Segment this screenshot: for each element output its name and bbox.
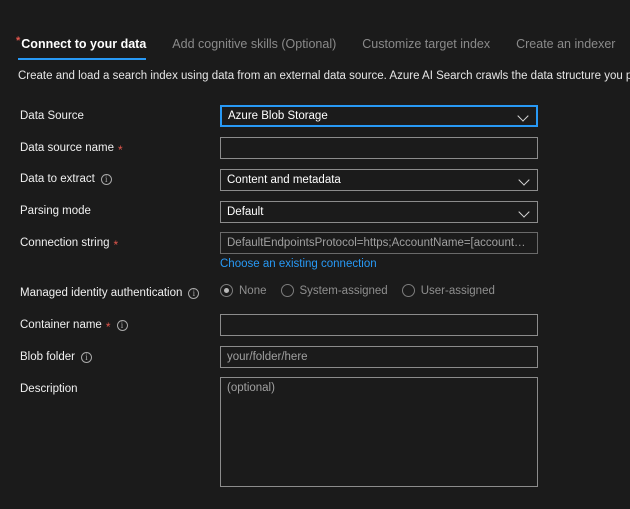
label-container-name: Container name *	[20, 318, 128, 333]
label-text: Parsing mode	[20, 205, 91, 217]
wizard-description-text: Create and load a search index using dat…	[18, 70, 630, 82]
tab-label: Connect to your data	[21, 37, 147, 51]
connection-string-input[interactable]: DefaultEndpointsProtocol=https;AccountNa…	[220, 232, 538, 254]
data-source-name-input[interactable]	[220, 137, 538, 159]
data-to-extract-dropdown[interactable]: Content and metadata	[220, 169, 538, 191]
choose-existing-connection-link[interactable]: Choose an existing connection	[220, 257, 377, 271]
managed-identity-radio-group: None System-assigned User-assigned	[220, 284, 495, 297]
required-asterisk: *	[105, 319, 111, 334]
blob-folder-placeholder: your/folder/here	[227, 351, 308, 363]
label-connection-string: Connection string *	[20, 236, 118, 251]
data-source-dropdown[interactable]: Azure Blob Storage	[220, 105, 538, 127]
required-asterisk: *	[117, 142, 123, 157]
label-data-to-extract: Data to extract	[20, 172, 112, 187]
label-parsing-mode: Parsing mode	[20, 204, 91, 219]
data-source-value: Azure Blob Storage	[228, 110, 328, 122]
label-text: Data to extract	[20, 173, 95, 185]
blob-folder-input[interactable]: your/folder/here	[220, 346, 538, 368]
tab-label: Create an indexer	[516, 37, 616, 51]
required-asterisk: *	[113, 237, 119, 252]
chevron-down-icon	[519, 206, 531, 218]
label-text: Blob folder	[20, 351, 75, 363]
radio-dot-icon	[280, 284, 294, 297]
label-data-source-name: Data source name *	[20, 141, 123, 156]
label-description: Description	[20, 382, 78, 397]
radio-label: User-assigned	[420, 284, 495, 297]
import-data-wizard: *Connect to your data Add cognitive skil…	[0, 0, 630, 509]
label-managed-identity-authentication: Managed identity authentication	[20, 286, 200, 301]
tab-label: Add cognitive skills (Optional)	[172, 37, 337, 51]
wizard-tab-strip: *Connect to your data Add cognitive skil…	[0, 36, 630, 64]
tab-customize-target-index[interactable]: Customize target index	[362, 36, 490, 60]
radio-dot-icon	[220, 284, 233, 297]
required-asterisk: *	[16, 35, 21, 47]
parsing-mode-dropdown[interactable]: Default	[220, 201, 538, 223]
label-text: Container name	[20, 319, 102, 331]
connection-string-placeholder: DefaultEndpointsProtocol=https;AccountNa…	[227, 237, 531, 249]
radio-label: None	[239, 284, 267, 297]
label-text: Managed identity authentication	[20, 287, 183, 299]
radio-dot-icon	[401, 284, 415, 297]
label-text: Data Source	[20, 110, 84, 122]
data-to-extract-value: Content and metadata	[227, 174, 341, 186]
radio-user-assigned[interactable]: User-assigned	[401, 284, 495, 297]
tab-label: Customize target index	[362, 37, 491, 51]
tab-create-an-indexer[interactable]: Create an indexer	[516, 36, 615, 60]
info-icon[interactable]	[188, 288, 200, 299]
parsing-mode-value: Default	[227, 206, 264, 218]
info-icon[interactable]	[80, 352, 92, 363]
label-blob-folder: Blob folder	[20, 350, 92, 365]
radio-none[interactable]: None	[220, 284, 267, 297]
label-text: Connection string	[20, 237, 110, 249]
radio-label: System-assigned	[299, 284, 388, 297]
description-placeholder: (optional)	[227, 382, 275, 394]
info-icon[interactable]	[116, 320, 128, 331]
tab-add-cognitive-skills[interactable]: Add cognitive skills (Optional)	[172, 36, 336, 60]
chevron-down-icon	[518, 110, 530, 122]
active-tab-underline	[18, 58, 147, 60]
radio-system-assigned[interactable]: System-assigned	[280, 284, 388, 297]
tab-connect-to-your-data[interactable]: *Connect to your data	[16, 35, 147, 60]
container-name-input[interactable]	[220, 314, 538, 336]
info-icon[interactable]	[100, 174, 112, 185]
chevron-down-icon	[519, 174, 531, 186]
label-text: Description	[20, 383, 78, 395]
label-text: Data source name	[20, 142, 114, 154]
description-textarea[interactable]: (optional)	[220, 377, 538, 487]
label-data-source: Data Source	[20, 109, 84, 124]
